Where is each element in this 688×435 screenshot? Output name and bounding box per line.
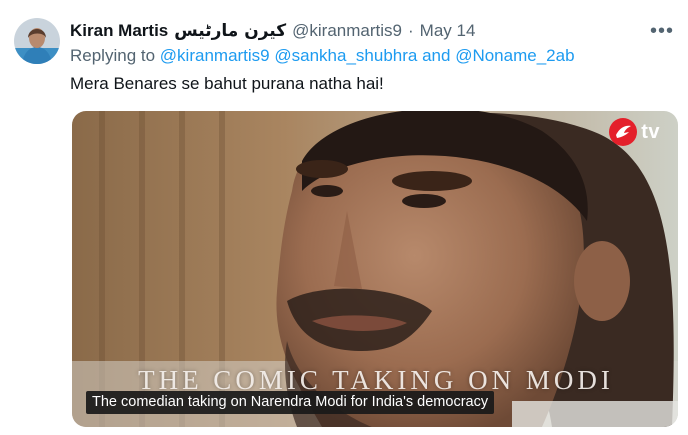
tweet-date[interactable]: May 14 xyxy=(420,21,476,41)
avatar[interactable] xyxy=(14,18,60,64)
author-name[interactable]: Kiran Martis xyxy=(70,21,168,41)
more-options-button[interactable]: ••• xyxy=(650,20,674,42)
mention-link[interactable]: @sankha_shubhra xyxy=(274,46,417,65)
reply-conjunction: and xyxy=(422,46,451,65)
meta-separator: · xyxy=(407,21,414,40)
mention-link[interactable]: @kiranmartis9 xyxy=(160,46,270,65)
video-caption: The comedian taking on Narendra Modi for… xyxy=(86,391,495,414)
tweet-text: Mera Benares se bahut purana natha hai! xyxy=(70,74,384,93)
mention-link[interactable]: @Noname_2ab xyxy=(455,46,574,65)
tweet: Kiran Martis کیرن مارٹیس @kiranmartis9 ·… xyxy=(0,0,688,435)
tweet-header: Kiran Martis کیرن مارٹیس @kiranmartis9 ·… xyxy=(70,20,668,42)
reply-context: Replying to @kiranmartis9 @sankha_shubhr… xyxy=(70,46,575,66)
channel-logo-text: tv xyxy=(641,120,660,143)
author-handle[interactable]: @kiranmartis9 xyxy=(292,21,402,41)
video-thumbnail[interactable]: tv THE COMIC TAKING ON MODI The comedian… xyxy=(72,111,678,427)
tv-channel-logo-icon xyxy=(609,118,638,146)
reply-prefix: Replying to xyxy=(70,46,156,65)
channel-logo: tv xyxy=(608,117,660,147)
more-horizontal-icon: ••• xyxy=(650,19,675,42)
author-name-urdu[interactable]: کیرن مارٹیس xyxy=(174,21,286,41)
